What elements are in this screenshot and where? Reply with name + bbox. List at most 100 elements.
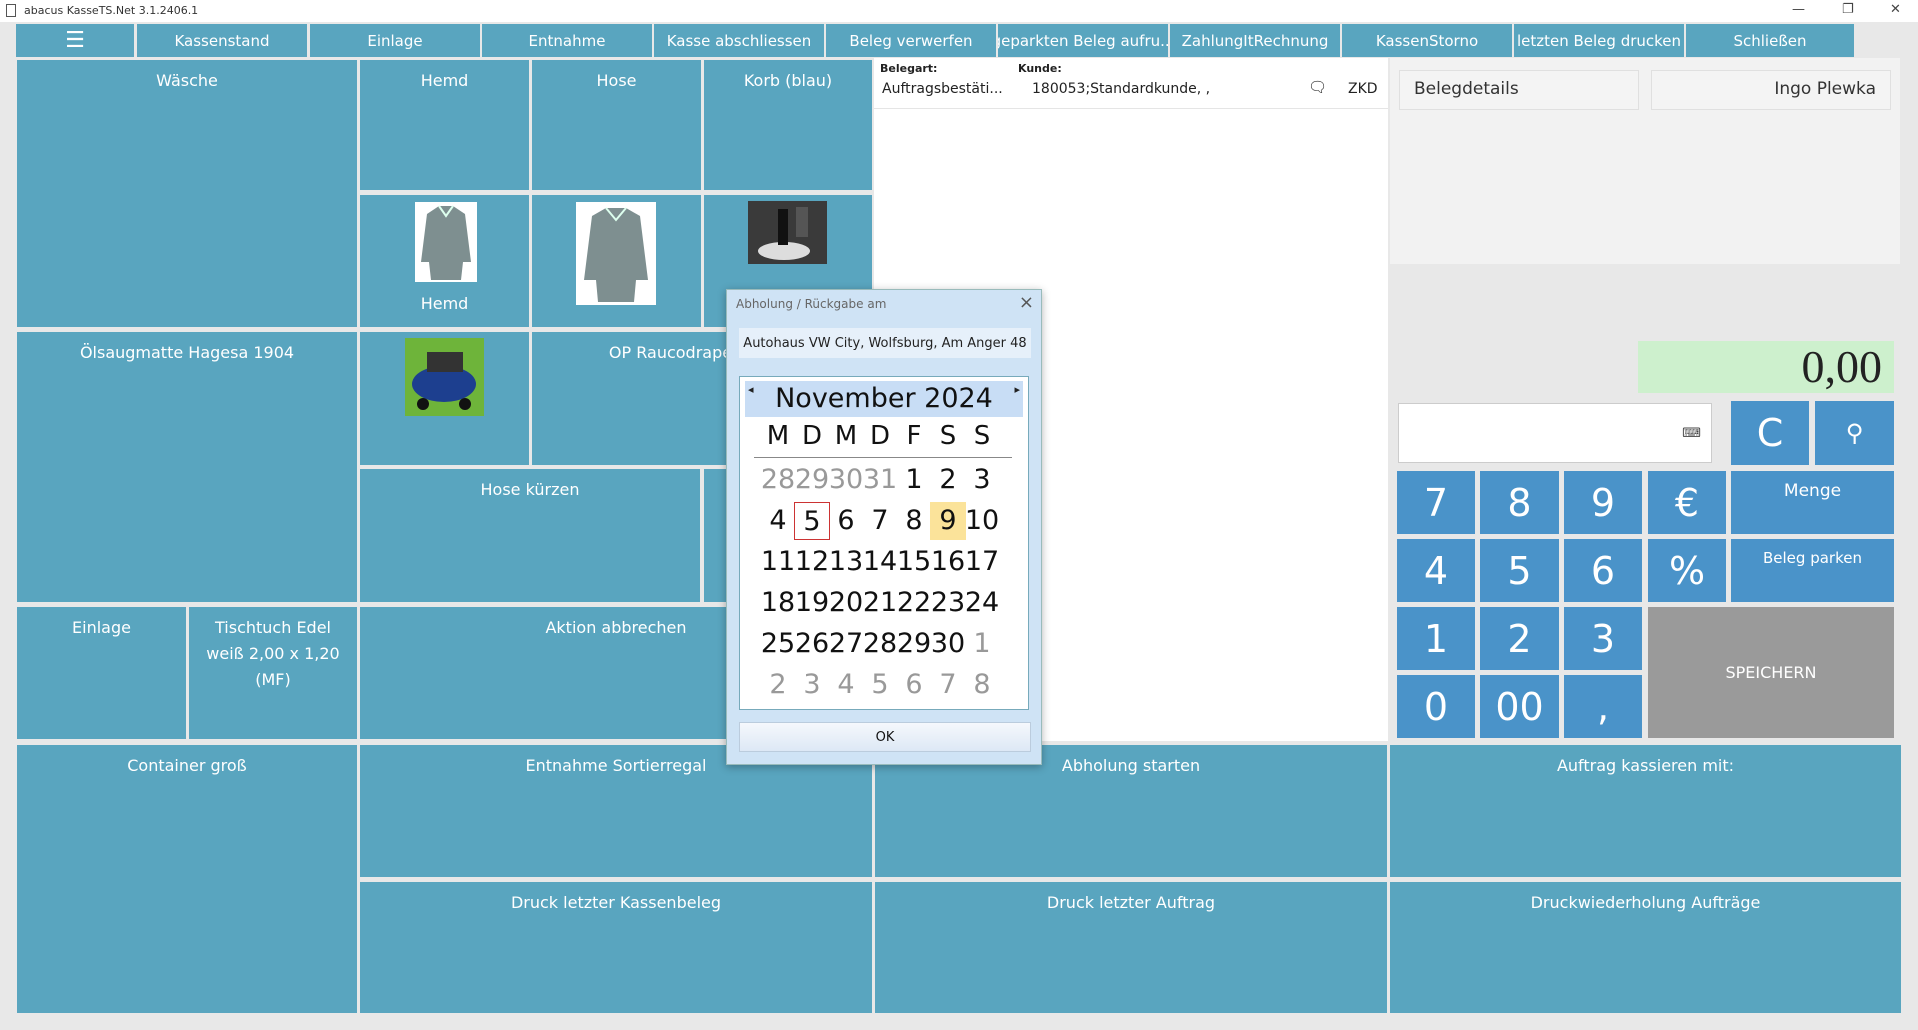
menge-button[interactable]: Menge — [1731, 471, 1894, 534]
key-9[interactable]: 9 — [1564, 471, 1642, 534]
calendar-day[interactable]: 2 — [930, 461, 966, 499]
calendar-day[interactable]: 30 — [930, 625, 966, 663]
key-00[interactable]: 00 — [1480, 675, 1559, 738]
calendar-day[interactable]: 29 — [794, 461, 830, 499]
prev-month-icon[interactable]: ◂ — [748, 383, 754, 396]
key-comma[interactable]: , — [1564, 675, 1642, 738]
calendar-day[interactable]: 23 — [930, 584, 966, 622]
next-month-icon[interactable]: ▸ — [1014, 383, 1020, 396]
user-field[interactable]: Ingo Plewka — [1651, 70, 1891, 110]
key-6[interactable]: 6 — [1564, 539, 1642, 602]
menu-kassenstorno[interactable]: KassenStorno — [1342, 24, 1512, 57]
calendar-day[interactable]: 11 — [760, 543, 796, 581]
tile-druck-kassenbeleg[interactable]: Druck letzter Kassenbeleg — [360, 882, 872, 1013]
key-5[interactable]: 5 — [1480, 539, 1559, 602]
calendar-day[interactable]: 7 — [862, 502, 898, 540]
calendar-day[interactable]: 7 — [930, 666, 966, 704]
comment-icon[interactable]: 🗨 — [1308, 78, 1327, 96]
hamburger-menu-icon[interactable]: ☰ — [16, 24, 134, 57]
calendar-day[interactable]: 27 — [828, 625, 864, 663]
menu-entnahme[interactable]: Entnahme — [482, 24, 652, 57]
calendar-day[interactable]: 13 — [828, 543, 864, 581]
close-icon[interactable]: ✕ — [1890, 2, 1901, 17]
key-euro[interactable]: € — [1648, 471, 1726, 534]
zkd-label[interactable]: ZKD — [1348, 81, 1378, 97]
keyboard-icon[interactable]: ⌨ — [1682, 426, 1701, 441]
calendar-day[interactable]: 4 — [828, 666, 864, 704]
calendar-day[interactable]: 18 — [760, 584, 796, 622]
menu-kasse-abschliessen[interactable]: Kasse abschliessen — [654, 24, 824, 57]
tile-tischtuch[interactable]: Tischtuch Edel weiß 2,00 x 1,20 (MF) — [189, 607, 357, 739]
search-icon[interactable]: ⚲ — [1815, 401, 1894, 465]
key-1[interactable]: 1 — [1397, 607, 1475, 670]
tile-compressor[interactable] — [360, 332, 529, 465]
menu-geparkten-beleg[interactable]: geparkten Beleg aufru... — [998, 24, 1168, 57]
calendar-day[interactable]: 17 — [964, 543, 1000, 581]
tile-auftrag-kassieren[interactable]: Auftrag kassieren mit: — [1390, 745, 1901, 877]
tile-korb[interactable]: Korb (blau) — [704, 60, 872, 190]
calendar-day[interactable]: 4 — [760, 502, 796, 540]
minimize-icon[interactable]: — — [1792, 2, 1805, 17]
key-8[interactable]: 8 — [1480, 471, 1559, 534]
key-percent[interactable]: % — [1648, 539, 1726, 602]
calendar-day[interactable]: 6 — [896, 666, 932, 704]
key-4[interactable]: 4 — [1397, 539, 1475, 602]
menu-letzten-beleg-drucken[interactable]: letzten Beleg drucken — [1514, 24, 1684, 57]
close-icon[interactable]: × — [1019, 292, 1034, 313]
calendar-day[interactable]: 9 — [930, 502, 966, 540]
key-3[interactable]: 3 — [1564, 607, 1642, 670]
ok-button[interactable]: OK — [739, 722, 1031, 752]
tile-druck-auftrag[interactable]: Druck letzter Auftrag — [875, 882, 1387, 1013]
tile-hose-image[interactable] — [532, 195, 701, 327]
calendar-day[interactable]: 3 — [964, 461, 1000, 499]
calendar-day[interactable]: 25 — [760, 625, 796, 663]
tile-hemd-image[interactable]: Hemd — [360, 195, 529, 327]
calendar-day[interactable]: 5 — [862, 666, 898, 704]
tile-hose[interactable]: Hose — [532, 60, 701, 190]
beleg-parken-button[interactable]: Beleg parken — [1731, 539, 1894, 602]
menu-beleg-verwerfen[interactable]: Beleg verwerfen — [826, 24, 996, 57]
tile-container-gross[interactable]: Container groß — [17, 745, 357, 1013]
calendar-day[interactable]: 28 — [862, 625, 898, 663]
calendar-day[interactable]: 3 — [794, 666, 830, 704]
tile-einlage[interactable]: Einlage — [17, 607, 186, 739]
keypad-input[interactable]: ⌨ — [1398, 403, 1712, 463]
menu-schliessen[interactable]: Schließen — [1686, 24, 1854, 57]
calendar-day[interactable]: 10 — [964, 502, 1000, 540]
calendar-day[interactable]: 30 — [828, 461, 864, 499]
key-7[interactable]: 7 — [1397, 471, 1475, 534]
speichern-button[interactable]: SPEICHERN — [1648, 607, 1894, 738]
tile-oelsaugmatte[interactable]: Ölsaugmatte Hagesa 1904 — [17, 332, 357, 602]
tile-hose-kuerzen[interactable]: Hose kürzen — [360, 469, 700, 602]
calendar-day[interactable]: 29 — [896, 625, 932, 663]
calendar-day[interactable]: 2 — [760, 666, 796, 704]
calendar-day[interactable]: 19 — [794, 584, 830, 622]
calendar-day[interactable]: 26 — [794, 625, 830, 663]
key-2[interactable]: 2 — [1480, 607, 1559, 670]
key-0[interactable]: 0 — [1397, 675, 1475, 738]
calendar-day[interactable]: 16 — [930, 543, 966, 581]
menu-einlage[interactable]: Einlage — [310, 24, 480, 57]
calendar-day[interactable]: 15 — [896, 543, 932, 581]
calendar-day[interactable]: 14 — [862, 543, 898, 581]
tile-hemd[interactable]: Hemd — [360, 60, 529, 190]
tile-waesche[interactable]: Wäsche — [17, 60, 357, 327]
menu-zahlung-rechnung[interactable]: ZahlungItRechnung — [1170, 24, 1340, 57]
calendar-day[interactable]: 31 — [862, 461, 898, 499]
calendar-day[interactable]: 24 — [964, 584, 1000, 622]
calendar-day[interactable]: 8 — [896, 502, 932, 540]
calendar-day[interactable]: 28 — [760, 461, 796, 499]
calendar-day[interactable]: 5 — [794, 502, 830, 540]
calendar-day[interactable]: 20 — [828, 584, 864, 622]
tile-druckwiederholung[interactable]: Druckwiederholung Aufträge — [1390, 882, 1901, 1013]
calendar-day[interactable]: 1 — [964, 625, 1000, 663]
calendar-day[interactable]: 21 — [862, 584, 898, 622]
calendar-day[interactable]: 22 — [896, 584, 932, 622]
belegdetails-field[interactable]: Belegdetails — [1399, 70, 1639, 110]
menu-kassenstand[interactable]: Kassenstand — [137, 24, 307, 57]
calendar-day[interactable]: 6 — [828, 502, 864, 540]
calendar-day[interactable]: 12 — [794, 543, 830, 581]
restore-icon[interactable]: ❐ — [1842, 2, 1854, 17]
calendar-day[interactable]: 8 — [964, 666, 1000, 704]
calendar-day[interactable]: 1 — [896, 461, 932, 499]
